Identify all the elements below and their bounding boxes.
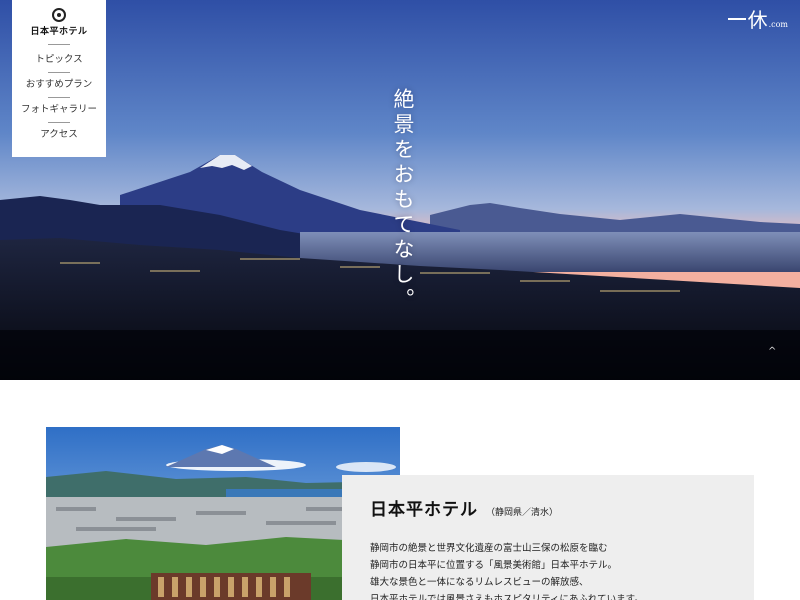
site-nav: 日本平ホテル トピックス おすすめプラン フォトギャラリー アクセス [12,0,106,157]
hotel-region: （静岡県／清水） [486,508,559,518]
scroll-up-icon[interactable]: ^ [768,346,776,357]
logo-text: 日本平ホテル [30,27,88,37]
site-brand-logo[interactable]: 休 .com [727,8,788,32]
hotel-title: 日本平ホテル [370,500,478,520]
nav-divider [48,122,70,123]
hotel-heading: 日本平ホテル （静岡県／清水） [370,495,754,520]
nav-item-plans[interactable]: おすすめプラン [12,79,106,91]
description-line: 静岡市の絶景と世界文化遺産の富士山三保の松原を臨む [370,543,608,554]
nav-divider [48,97,70,98]
nav-divider [48,72,70,73]
nav-divider [48,44,70,45]
hero-tagline: 絶景をおもてなし。 [391,88,415,313]
brand-line-icon [727,18,746,20]
hotel-logo-mark [52,8,66,22]
description-line: 日本平ホテルでは風景さえもホスピタリティにあふれています。 [370,594,644,600]
hotel-description: 静岡市の絶景と世界文化遺産の富士山三保の松原を臨む 静岡市の日本平に位置する「風… [370,540,754,600]
hotel-info-card: 日本平ホテル （静岡県／清水） 静岡市の絶景と世界文化遺産の富士山三保の松原を臨… [342,475,754,600]
hotel-logo[interactable]: 日本平ホテル [12,8,106,38]
nav-item-topics[interactable]: トピックス [12,54,106,66]
nav-item-access[interactable]: アクセス [12,129,106,141]
description-line: 雄大な景色と一体になるリムレスビューの解放感、 [370,577,589,588]
description-line: 静岡市の日本平に位置する「風景美術館」日本平ホテル。 [370,560,618,571]
brand-kanji: 休 [747,8,768,32]
brand-suffix: .com [768,20,788,29]
nav-item-gallery[interactable]: フォトギャラリー [12,104,106,116]
hero-image: 日本平ホテル トピックス おすすめプラン フォトギャラリー アクセス 休 .co… [0,0,800,380]
